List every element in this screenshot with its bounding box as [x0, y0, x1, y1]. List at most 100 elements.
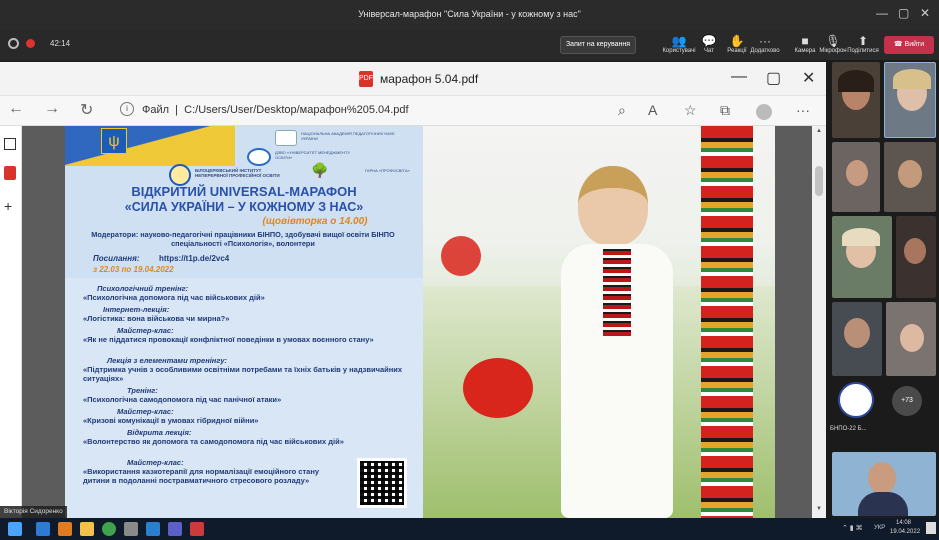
participant-hair — [842, 228, 880, 246]
tree-logo-icon: 🌳 — [311, 162, 329, 178]
participant-face — [898, 160, 922, 188]
university-logo-icon — [247, 148, 271, 166]
app-icon[interactable] — [124, 522, 138, 536]
teams-icon[interactable] — [168, 522, 182, 536]
window-titlebar: Універсал-марафон "Сила України - у кожн… — [0, 0, 939, 30]
browser-tab-title: марафон 5.04.pdf — [380, 72, 479, 86]
address-url: C:/Users/User/Desktop/марафон%205.04.pdf — [184, 104, 409, 116]
link-url[interactable]: https://t1p.de/2vc4 — [159, 254, 229, 263]
scroll-up-icon[interactable]: ▲ — [816, 128, 822, 134]
browser-maximize-button[interactable]: ▢ — [766, 68, 781, 88]
clock-time[interactable]: 14:08 — [896, 520, 911, 526]
reactions-label: Реакції — [727, 48, 747, 54]
item-type: Психологічний тренінг: — [97, 284, 189, 293]
participant-tile[interactable] — [832, 216, 892, 298]
more-button[interactable]: ··· Додатково — [748, 34, 782, 54]
add-icon[interactable]: + — [4, 198, 12, 214]
collections-icon[interactable]: ⧉ — [720, 102, 730, 119]
leave-label: Вийти — [904, 41, 925, 48]
participants-panel: БНПО-22 Б... +73 — [826, 60, 939, 518]
clock-date[interactable]: 19.04.2022 — [890, 529, 920, 535]
org3-text: БІЛОЦЕРКІВСЬКИЙ ІНСТИТУТ НЕПЕРЕРВНОЇ ПРО… — [195, 168, 280, 178]
thumbnail-icon[interactable] — [4, 138, 16, 150]
people-label: Користувачі — [662, 48, 696, 54]
edge-icon[interactable] — [146, 522, 160, 536]
item-type: Майстер-клас: — [117, 407, 174, 416]
presenter-label: Вікторія Сидоренко — [0, 506, 67, 518]
refresh-icon[interactable]: ↻ — [80, 100, 93, 120]
language-indicator[interactable]: УКР — [874, 525, 885, 531]
start-icon[interactable] — [8, 522, 22, 536]
mic-button[interactable]: 🎙 Мікрофон — [816, 34, 850, 54]
participant-tile[interactable] — [884, 62, 936, 138]
back-icon[interactable]: ← — [8, 100, 24, 118]
browser-close-button[interactable]: ✕ — [802, 68, 815, 88]
document-icon[interactable] — [4, 166, 16, 180]
chrome-icon[interactable] — [102, 522, 116, 536]
meeting-timer: 42:14 — [50, 39, 71, 48]
participant-tile[interactable] — [896, 216, 936, 298]
poppy-flower-icon — [441, 236, 481, 276]
request-control-button[interactable]: Запит на керування — [560, 36, 636, 54]
maximize-button[interactable]: ▢ — [898, 6, 909, 20]
scroll-down-icon[interactable]: ▼ — [816, 506, 822, 512]
app-icon[interactable] — [190, 522, 204, 536]
link-label: Посилання: — [93, 254, 140, 263]
participant-face — [846, 160, 868, 186]
more-label: Додатково — [750, 48, 780, 54]
participant-suit — [858, 492, 908, 516]
folder-icon[interactable] — [80, 522, 94, 536]
participant-hair — [893, 69, 931, 89]
participant-tile[interactable] — [832, 302, 882, 376]
moderators-text: Модератори: науково-педагогічні працівни… — [91, 230, 395, 248]
poster-text-panel: ψ НАЦІОНАЛЬНА АКАДЕМІЯ ПЕДАГОГІЧНИХ НАУК… — [65, 126, 423, 518]
item-title: «Логістика: вона військова чи мирна?» — [83, 314, 230, 323]
item-title: «Використання казкотерапії для нормаліза… — [83, 467, 320, 485]
schedule-text: (щовівторка о 14.00) — [262, 216, 368, 227]
participant-tile[interactable] — [884, 142, 936, 212]
browser-minimize-button[interactable]: — — [731, 68, 747, 86]
profile-icon[interactable] — [756, 104, 772, 120]
org4-text: ГАРНА «ПРОФОСВІТА» — [365, 168, 410, 173]
item-type: Майстер-клас: — [127, 458, 184, 467]
participant-face — [844, 318, 870, 348]
tray-icons[interactable]: ⌃ ▮ ⌘ — [842, 524, 863, 532]
participant-tile[interactable] — [832, 62, 880, 138]
vyshyvanka-embroidery — [603, 246, 631, 336]
close-window-button[interactable]: ✕ — [920, 6, 930, 20]
pdf-scrollbar[interactable]: ▲ ▼ — [812, 126, 826, 518]
taskview-icon[interactable] — [36, 522, 50, 536]
minimize-button[interactable]: — — [876, 6, 888, 20]
zoom-icon[interactable]: ⌕ — [618, 102, 626, 119]
read-aloud-icon[interactable]: A — [648, 102, 657, 118]
org2-text: ДЗВО «УНІВЕРСИТЕТ МЕНЕДЖМЕНТУ ОСВІТИ» — [275, 150, 350, 160]
share-button[interactable]: ⬆ Поділитися — [846, 34, 880, 54]
browser-menu-icon[interactable]: ··· — [796, 102, 810, 118]
app-icon[interactable] — [58, 522, 72, 536]
share-icon: ⬆ — [857, 34, 869, 48]
item-title: «Як не піддатися провокації конфліктної … — [83, 335, 374, 344]
leave-button[interactable]: ☎ Вийти — [884, 36, 934, 54]
qr-code-icon — [357, 458, 407, 508]
participant-tile[interactable] — [832, 452, 936, 516]
participant-tile[interactable] — [886, 302, 936, 376]
trident-icon: ψ — [101, 128, 127, 154]
meeting-toolbar: 42:14 Запит на керування 👥 Користувачі 💬 Ч… — [0, 30, 939, 60]
info-icon[interactable]: i — [120, 102, 134, 116]
forward-icon[interactable]: → — [44, 100, 60, 118]
item-type: Лекція з елементами тренінгу: — [107, 356, 228, 365]
participant-tile[interactable] — [832, 142, 880, 212]
notification-icon[interactable] — [926, 522, 936, 534]
scroll-thumb[interactable] — [815, 166, 823, 196]
people-icon: 👥 — [671, 34, 687, 48]
group-avatar[interactable] — [838, 382, 874, 418]
marathon-subtitle: «СИЛА УКРАЇНИ – У КОЖНОМУ З НАС» — [124, 200, 364, 214]
marathon-title: ВІДКРИТИЙ UNIVERSAL-МАРАФОН — [131, 184, 357, 199]
people-button[interactable]: 👥 Користувачі — [662, 34, 696, 54]
windows-taskbar: ⌃ ▮ ⌘ УКР 14:08 19.04.2022 — [0, 518, 939, 540]
favorite-icon[interactable]: ☆ — [684, 102, 697, 119]
shield-icon — [8, 38, 19, 49]
address-field[interactable]: Файл | C:/Users/User/Desktop/марафон%205… — [142, 104, 409, 116]
camera-label: Камера — [794, 48, 816, 54]
more-participants-badge[interactable]: +73 — [892, 386, 922, 416]
